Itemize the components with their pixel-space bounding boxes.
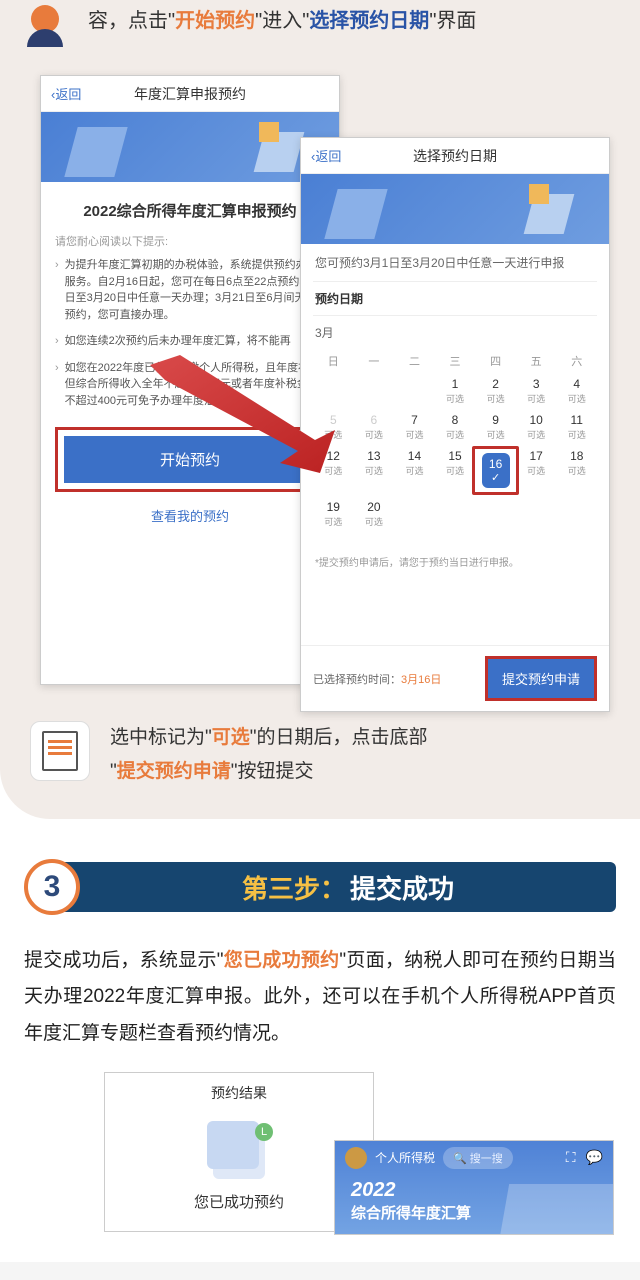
calendar-day[interactable]: 3可选 — [516, 373, 557, 409]
step-header: 3 第三步：提交成功 — [24, 859, 616, 915]
calendar-day[interactable]: 14可选 — [394, 445, 435, 496]
calendar-day[interactable]: 4可选 — [556, 373, 597, 409]
calendar-day[interactable]: 7可选 — [394, 409, 435, 445]
calendar-day[interactable]: 18可选 — [556, 445, 597, 496]
calendar-day[interactable]: 6可选 — [354, 409, 395, 445]
calendar-day[interactable]: 20可选 — [354, 496, 395, 532]
result-title: 预约结果 — [105, 1073, 373, 1113]
left-tip-label: 请您耐心阅读以下提示: — [55, 233, 325, 249]
app-name: 个人所得税 — [375, 1149, 435, 1166]
instruction-text: 选中标记为"可选"的日期后，点击底部 "提交预约申请"按钮提交 — [110, 721, 428, 789]
message-icon[interactable]: 💬 — [586, 1149, 603, 1166]
phone-screenshot-app-home: 个人所得税 🔍 搜一搜 ⛶ 💬 2022 综合所得年度汇算 — [334, 1140, 614, 1235]
calendar-day[interactable]: 12可选 — [313, 445, 354, 496]
highlight-box-start: 开始预约 — [55, 427, 325, 492]
nav-title-left: 年度汇算申报预约 — [134, 84, 246, 104]
app-logo-icon — [345, 1147, 367, 1169]
left-bullet-3: 如您在2022年度已依法预缴个人所得税，且年度补税但综合所得收入全年不超过12万… — [55, 360, 325, 410]
calendar-section-title: 预约日期 — [313, 281, 597, 316]
calendar-day-selected[interactable]: 16✓ — [475, 445, 516, 496]
phone-screenshot-reservation: ‹返回 年度汇算申报预约 2022综合所得年度汇算申报预约 请您耐心阅读以下提示… — [40, 75, 340, 685]
nav-title-right: 选择预约日期 — [413, 146, 497, 166]
back-button-left[interactable]: ‹返回 — [51, 84, 81, 103]
result-success-text: 您已成功预约 — [105, 1191, 373, 1212]
calendar-note: *提交预约申请后，请您于预约当日进行申报。 — [313, 532, 597, 579]
banner-right — [301, 174, 609, 244]
view-my-reservation-link[interactable]: 查看我的预约 — [55, 506, 325, 525]
calendar-day[interactable]: 1可选 — [435, 373, 476, 409]
submit-reservation-button[interactable]: 提交预约申请 — [485, 656, 597, 701]
calendar-day[interactable]: 10可选 — [516, 409, 557, 445]
calendar-day[interactable]: 15可选 — [435, 445, 476, 496]
calendar-day[interactable]: 8可选 — [435, 409, 476, 445]
left-bullet-1: 为提升年度汇算初期的办税体验，系统提供预约办税服务。自2月16日起，您可在每日6… — [55, 257, 325, 323]
intro-text: 容，点击"开始预约"进入"选择预约日期"界面 — [88, 5, 476, 37]
back-button-right[interactable]: ‹返回 — [311, 146, 341, 165]
left-heading: 2022综合所得年度汇算申报预约 — [55, 200, 325, 221]
calendar-month: 3月 — [313, 316, 597, 349]
step-title: 第三步：提交成功 — [60, 862, 616, 912]
banner-left — [41, 112, 339, 182]
calendar-weekdays: 日 一 二 三 四 五 六 — [313, 349, 597, 373]
step-number: 3 — [24, 859, 80, 915]
search-input[interactable]: 🔍 搜一搜 — [443, 1147, 513, 1169]
calendar-day[interactable]: 9可选 — [475, 409, 516, 445]
document-icon — [30, 721, 90, 781]
calendar-info: 您可预约3月1日至3月20日中任意一天进行申报 — [313, 244, 597, 281]
calendar-day[interactable]: 17可选 — [516, 445, 557, 496]
calendar-day[interactable]: 11可选 — [556, 409, 597, 445]
calendar-day[interactable]: 13可选 — [354, 445, 395, 496]
scan-icon[interactable]: ⛶ — [566, 1149, 576, 1166]
left-bullet-2: 如您连续2次预约后未办理年度汇算，将不能再 — [55, 333, 325, 350]
person-icon — [20, 5, 70, 55]
selected-date-label: 已选择预约时间：3月16日 — [313, 671, 441, 687]
calendar-day[interactable]: 5可选 — [313, 409, 354, 445]
phone-screenshot-calendar: ‹返回 选择预约日期 您可预约3月1日至3月20日中任意一天进行申报 预约日期 … — [300, 137, 610, 712]
calendar-day[interactable]: 19可选 — [313, 496, 354, 532]
step-description: 提交成功后，系统显示"您已成功预约"页面，纳税人即可在预约日期当天办理2022年… — [24, 943, 616, 1051]
calendar-day[interactable]: 2可选 — [475, 373, 516, 409]
start-reservation-button[interactable]: 开始预约 — [64, 436, 316, 483]
calendar-success-icon: L — [213, 1131, 265, 1179]
